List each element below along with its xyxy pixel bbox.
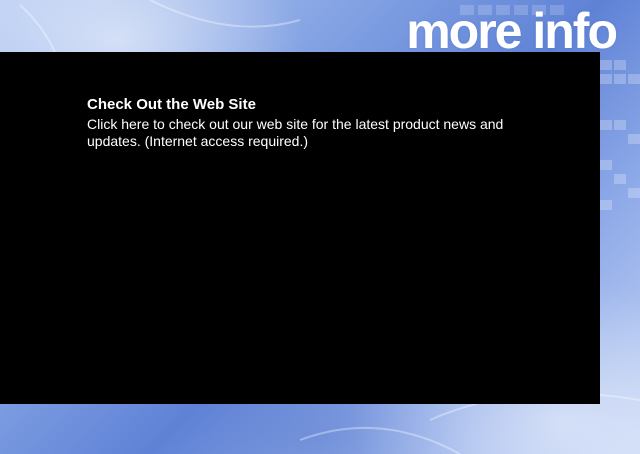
more-info-title: more info (406, 3, 618, 59)
web-site-link[interactable]: Check Out the Web Site Click here to che… (87, 96, 507, 150)
more-info-screen: more info Check Out the Web Site Click h… (0, 0, 640, 454)
content-panel: Check Out the Web Site Click here to che… (0, 52, 600, 404)
web-site-link-title: Check Out the Web Site (87, 96, 256, 113)
web-site-link-description: Click here to check out our web site for… (87, 116, 504, 149)
